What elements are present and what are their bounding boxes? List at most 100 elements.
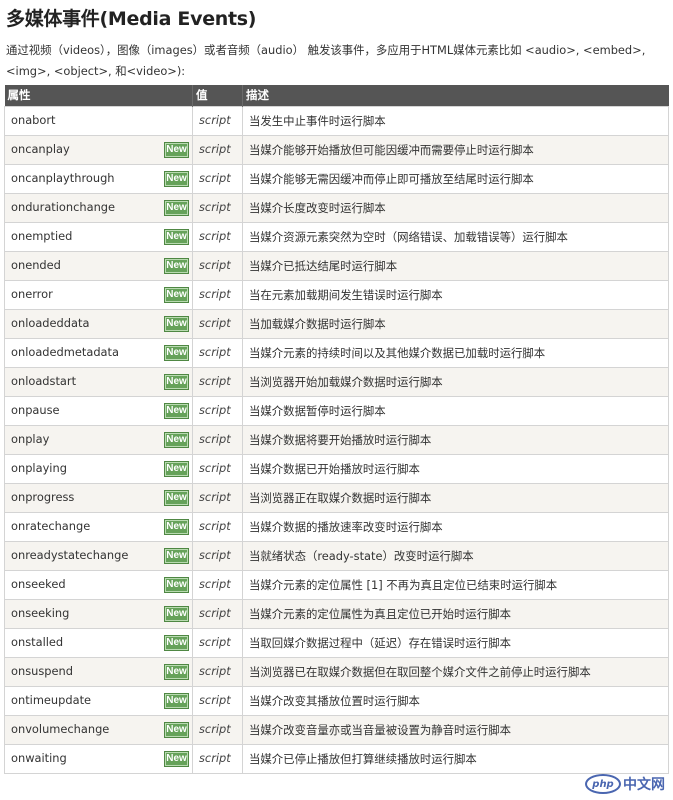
new-badge: New xyxy=(164,490,189,506)
table-row: onerror New script 当在元素加载期间发生错误时运行脚本 xyxy=(4,280,669,310)
description-cell: 当媒介元素的定位属性 [1] 不再为真且定位已结束时运行脚本 xyxy=(242,570,669,600)
new-badge: New xyxy=(164,374,189,390)
value-cell: script xyxy=(192,715,243,745)
attribute-name: onended xyxy=(11,258,61,272)
table-row: onplay New script 当媒介数据将要开始播放时运行脚本 xyxy=(4,425,669,455)
table-row: onloadstart New script 当浏览器开始加载媒介数据时运行脚本 xyxy=(4,367,669,397)
table-row: onloadedmetadata New script 当媒介元素的持续时间以及其他媒… xyxy=(4,338,669,368)
table-header-row: 属性 值 描述 xyxy=(4,85,669,107)
attribute-cell: onratechange New xyxy=(4,512,193,542)
attribute-name: onvolumechange xyxy=(11,722,110,736)
header-attribute: 属性 xyxy=(4,85,193,107)
new-badge: New xyxy=(164,693,189,709)
value-cell: script xyxy=(192,193,243,223)
description-cell: 当媒介元素的定位属性为真且定位已开始时运行脚本 xyxy=(242,599,669,629)
attribute-cell: onloadeddata New xyxy=(4,309,193,339)
new-badge: New xyxy=(164,751,189,767)
table-row: onseeked New script 当媒介元素的定位属性 [1] 不再为真且定位已… xyxy=(4,570,669,600)
table-row: ontimeupdate New script 当媒介改变其播放位置时运行脚本 xyxy=(4,686,669,716)
table-row: oncanplaythrough New script 当媒介能够无需因缓冲而停止即可… xyxy=(4,164,669,194)
table-row: onended New script 当媒介已抵达结尾时运行脚本 xyxy=(4,251,669,281)
table-row: onstalled New script 当取回媒介数据过程中（延迟）存在错误时运行脚… xyxy=(4,628,669,658)
attribute-cell: oncanplaythrough New xyxy=(4,164,193,194)
new-badge: New xyxy=(164,461,189,477)
value-cell: script xyxy=(192,135,243,165)
watermark-site-text: 中文网 xyxy=(623,777,665,793)
description-cell: 当取回媒介数据过程中（延迟）存在错误时运行脚本 xyxy=(242,628,669,658)
attribute-name: onseeked xyxy=(11,577,66,591)
value-cell: script xyxy=(192,744,243,774)
description-cell: 当发生中止事件时运行脚本 xyxy=(242,106,669,136)
attribute-name: onseeking xyxy=(11,606,70,620)
new-badge: New xyxy=(164,345,189,361)
value-cell: script xyxy=(192,222,243,252)
table-row: onplaying New script 当媒介数据已开始播放时运行脚本 xyxy=(4,454,669,484)
attribute-cell: onended New xyxy=(4,251,193,281)
value-cell: script xyxy=(192,454,243,484)
description-cell: 当在元素加载期间发生错误时运行脚本 xyxy=(242,280,669,310)
new-badge: New xyxy=(164,606,189,622)
table-row: onwaiting New script 当媒介已停止播放但打算继续播放时运行脚本 xyxy=(4,744,669,774)
attribute-cell: onemptied New xyxy=(4,222,193,252)
attribute-name: onpause xyxy=(11,403,60,417)
value-cell: script xyxy=(192,657,243,687)
attribute-name: onplay xyxy=(11,432,50,446)
description-cell: 当浏览器正在取媒介数据时运行脚本 xyxy=(242,483,669,513)
new-badge: New xyxy=(164,258,189,274)
description-cell: 当媒介改变音量亦或当音量被设置为静音时运行脚本 xyxy=(242,715,669,745)
description-cell: 当媒介数据的播放速率改变时运行脚本 xyxy=(242,512,669,542)
value-cell: script xyxy=(192,686,243,716)
value-cell: script xyxy=(192,280,243,310)
attribute-cell: onreadystatechange New xyxy=(4,541,193,571)
value-cell: script xyxy=(192,367,243,397)
attribute-name: ondurationchange xyxy=(11,200,116,214)
description-cell: 当就绪状态（ready-state）改变时运行脚本 xyxy=(242,541,669,571)
value-cell: script xyxy=(192,309,243,339)
description-cell: 当媒介改变其播放位置时运行脚本 xyxy=(242,686,669,716)
value-cell: script xyxy=(192,396,243,426)
new-badge: New xyxy=(164,316,189,332)
attribute-cell: onplaying New xyxy=(4,454,193,484)
attribute-cell: onwaiting New xyxy=(4,744,193,774)
value-cell: script xyxy=(192,425,243,455)
attribute-cell: onerror New xyxy=(4,280,193,310)
attribute-cell: oncanplay New xyxy=(4,135,193,165)
header-description: 描述 xyxy=(242,85,669,107)
description-cell: 当媒介数据将要开始播放时运行脚本 xyxy=(242,425,669,455)
description-cell: 当媒介已抵达结尾时运行脚本 xyxy=(242,251,669,281)
value-cell: script xyxy=(192,512,243,542)
attribute-cell: onpause New xyxy=(4,396,193,426)
media-events-table: 属性 值 描述 onabort script 当发生中止事件时运行脚本 oncanpl… xyxy=(4,85,669,774)
value-cell: script xyxy=(192,106,243,136)
php-logo-icon: php xyxy=(585,774,621,794)
value-cell: script xyxy=(192,599,243,629)
table-row: onvolumechange New script 当媒介改变音量亦或当音量被设置为静… xyxy=(4,715,669,745)
table-row: onemptied New script 当媒介资源元素突然为空时（网络错误、加载错误… xyxy=(4,222,669,252)
attribute-cell: onplay New xyxy=(4,425,193,455)
description-cell: 当媒介长度改变时运行脚本 xyxy=(242,193,669,223)
new-badge: New xyxy=(164,229,189,245)
attribute-name: onloadedmetadata xyxy=(11,345,119,359)
table-row: onpause New script 当媒介数据暂停时运行脚本 xyxy=(4,396,669,426)
attribute-name: onloadeddata xyxy=(11,316,90,330)
table-row: onabort script 当发生中止事件时运行脚本 xyxy=(4,106,669,136)
description-cell: 当媒介数据暂停时运行脚本 xyxy=(242,396,669,426)
new-badge: New xyxy=(164,664,189,680)
new-badge: New xyxy=(164,432,189,448)
value-cell: script xyxy=(192,483,243,513)
new-badge: New xyxy=(164,200,189,216)
new-badge: New xyxy=(164,142,189,158)
attribute-name: onloadstart xyxy=(11,374,77,388)
table-row: onratechange New script 当媒介数据的播放速率改变时运行脚本 xyxy=(4,512,669,542)
table-row: onseeking New script 当媒介元素的定位属性为真且定位已开始时运行脚… xyxy=(4,599,669,629)
attribute-name: onplaying xyxy=(11,461,67,475)
description-cell: 当媒介元素的持续时间以及其他媒介数据已加载时运行脚本 xyxy=(242,338,669,368)
description-cell: 当媒介已停止播放但打算继续播放时运行脚本 xyxy=(242,744,669,774)
attribute-name: oncanplay xyxy=(11,142,70,156)
table-row: onloadeddata New script 当加载媒介数据时运行脚本 xyxy=(4,309,669,339)
attribute-cell: onseeked New xyxy=(4,570,193,600)
value-cell: script xyxy=(192,338,243,368)
attribute-name: oncanplaythrough xyxy=(11,171,115,185)
header-value: 值 xyxy=(192,85,243,107)
attribute-name: onemptied xyxy=(11,229,73,243)
